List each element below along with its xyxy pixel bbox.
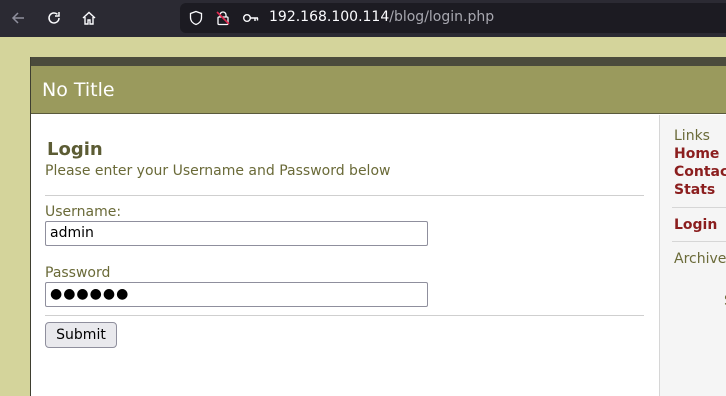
url-text[interactable]: 192.168.100.114/blog/login.php: [269, 9, 494, 25]
password-input[interactable]: ●●●●●●: [45, 282, 428, 307]
browser-toolbar: 192.168.100.114/blog/login.php: [0, 0, 726, 37]
home-icon: [82, 11, 96, 25]
url-host: 192.168.100.114: [269, 9, 390, 25]
login-subtitle: Please enter your Username and Password …: [45, 163, 391, 179]
url-bar[interactable]: 192.168.100.114/blog/login.php: [180, 3, 726, 33]
archives-heading: Archives: [674, 251, 726, 267]
key-icon[interactable]: [242, 10, 260, 26]
reload-icon: [48, 12, 60, 24]
insecure-lock-icon[interactable]: [215, 10, 231, 26]
password-label: Password: [45, 265, 111, 281]
url-path: /blog/login.php: [389, 9, 495, 25]
username-label: Username:: [45, 204, 122, 220]
sidebar-divider: [672, 207, 726, 208]
back-arrow-icon: [11, 12, 24, 24]
sidebar-link-stats[interactable]: Stats: [674, 182, 715, 198]
sidebar-link-contact[interactable]: Contact: [674, 164, 726, 180]
home-button[interactable]: [76, 6, 102, 30]
site-title: No Title: [42, 79, 115, 101]
divider: [45, 315, 644, 316]
site-container: No Title Login Please enter your Usernam…: [30, 57, 726, 396]
submit-button[interactable]: Submit: [45, 322, 117, 348]
username-input[interactable]: admin: [45, 221, 428, 246]
sidebar: Links Home Contact Stats Login Archives …: [659, 115, 726, 396]
header-strip: [31, 57, 726, 66]
back-button[interactable]: [5, 6, 31, 30]
reload-button[interactable]: [41, 6, 67, 30]
sidebar-link-home[interactable]: Home: [674, 146, 719, 162]
main-content: Login Please enter your Username and Pas…: [31, 115, 659, 396]
shield-icon[interactable]: [188, 10, 204, 26]
sidebar-divider: [672, 241, 726, 242]
divider: [45, 195, 644, 196]
sidebar-link-login[interactable]: Login: [674, 217, 717, 233]
login-heading: Login: [47, 139, 103, 160]
title-bar: No Title: [31, 66, 726, 114]
links-heading: Links: [674, 128, 710, 144]
